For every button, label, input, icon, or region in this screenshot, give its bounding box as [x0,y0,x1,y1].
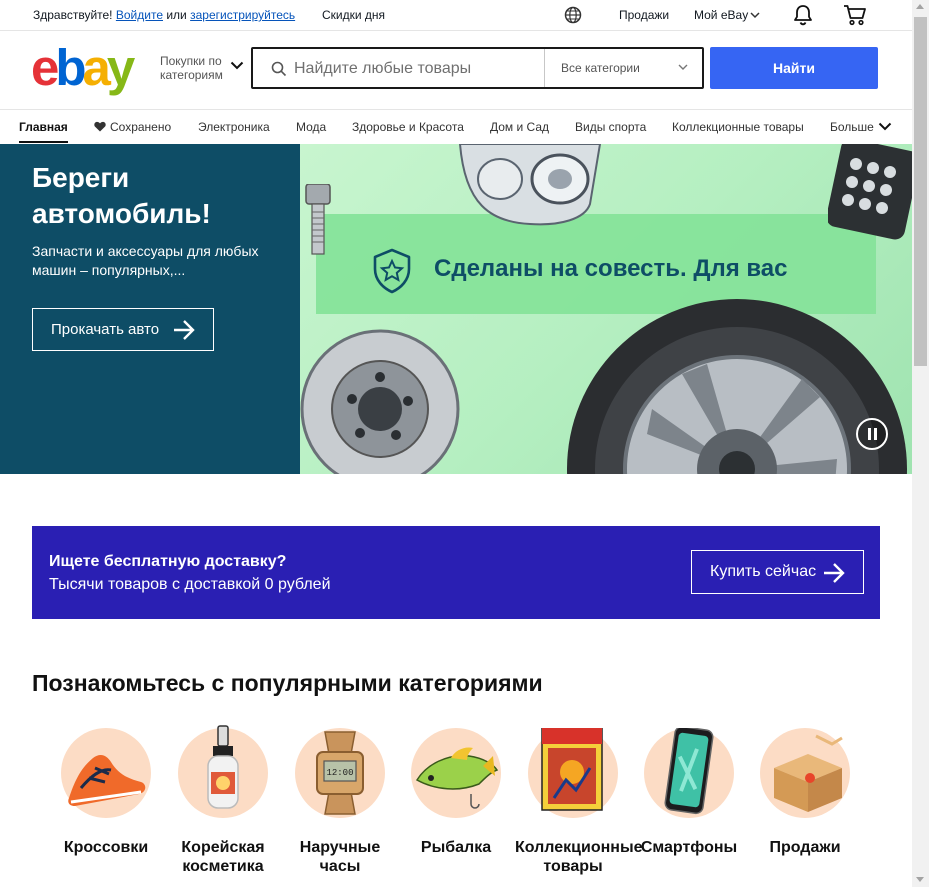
my-ebay-label: Мой eBay [694,8,749,22]
smartphone-icon [644,725,734,818]
category-select-value: Все категории [561,61,640,75]
logo-letter-e: e [31,39,59,96]
search-icon [271,61,287,77]
promo-description: Тысячи товаров с доставкой 0 рублей [49,576,331,593]
nav-item-more-label: Больше [830,120,874,134]
hero-cta-label: Прокачать авто [51,321,160,338]
category-list: Кроссовки Корейская косметика 12:00 Нару… [0,725,912,887]
category-label: Корейская косметика [181,839,265,875]
sneaker-icon [61,728,151,818]
chevron-down-icon[interactable] [230,61,244,70]
headlight-image [458,144,602,226]
category-label: Кроссовки [63,839,149,856]
pause-icon[interactable] [856,418,888,450]
page-scrollbar[interactable] [912,0,929,887]
category-item-collectibles[interactable]: Коллекционные товары [515,727,643,876]
scroll-down-icon[interactable] [916,877,924,882]
scroll-up-icon[interactable] [916,4,924,9]
free-shipping-promo: Ищете бесплатную доставку? Тысячи товаро… [32,526,880,619]
fishing-lure-icon [411,728,501,818]
or-text: или [166,8,187,22]
hero-banner-text: Сделаны на совесть. Для вас [434,255,788,282]
logo-letter-a: a [82,39,111,96]
hero-carousel: Береги автомобиль! Запчасти и аксессуары… [0,144,912,474]
category-item-sneakers[interactable]: Кроссовки [48,728,164,857]
sell-link[interactable]: Продажи [619,8,669,22]
hero-image[interactable] [300,144,912,474]
category-label: Коллекционные товары [515,839,643,875]
greeting-area: Здравствуйте! Войдите или зарегистрируйт… [33,8,295,22]
nav-item-saved[interactable]: Сохранено [94,120,171,134]
header: ebay Покупки по категориям Все категории… [0,31,912,109]
chevron-down-icon [750,12,760,19]
brake-disc-image [300,329,460,474]
category-nav: Главная Сохранено Электроника Мода Здоро… [0,109,912,144]
daily-deals-link[interactable]: Скидки дня [322,8,385,22]
comic-book-icon [528,727,618,818]
top-bar: Здравствуйте! Войдите или зарегистрируйт… [0,0,912,31]
nav-item-sports[interactable]: Виды спорта [575,120,646,134]
category-item-wristwatches[interactable]: 12:00 Наручные часы [282,728,398,876]
hero-title: Береги автомобиль! [32,162,211,229]
register-link[interactable]: зарегистрируйтесь [190,8,295,22]
category-item-smartphones[interactable]: Смартфоны [631,725,747,857]
heart-icon [94,121,106,132]
category-item-fishing[interactable]: Рыбалка [398,728,514,857]
scroll-thumb[interactable] [914,17,927,366]
my-ebay-menu[interactable]: Мой eBay [694,8,760,22]
promo-title: Ищете бесплатную доставку? [49,553,287,570]
signin-link[interactable]: Войдите [116,8,163,22]
category-label: Наручные часы [299,839,381,875]
category-item-selling[interactable]: Продажи [747,728,863,857]
hero-subtitle: Запчасти и аксессуары для любых машин – … [32,243,259,278]
category-label: Смартфоны [640,839,738,856]
bolt-image [305,184,331,255]
shop-by-category-button[interactable]: Покупки по категориям [160,54,230,82]
nav-item-fashion[interactable]: Мода [296,120,326,134]
svg-text:12:00: 12:00 [326,768,353,778]
ebay-logo[interactable]: ebay [31,39,135,96]
nav-item-more[interactable]: Больше [830,120,892,134]
package-icon [760,728,850,818]
notification-bell-icon[interactable] [792,4,814,26]
popular-categories-title: Познакомьтесь с популярными категориями [32,670,543,696]
cart-icon[interactable] [843,4,867,26]
wheel-image [567,299,907,474]
category-label: Рыбалка [420,839,492,856]
logo-letter-b: b [55,39,86,96]
shield-star-icon [373,248,411,294]
watch-icon: 12:00 [295,728,385,818]
chevron-down-icon [878,122,892,131]
globe-icon[interactable] [564,6,582,24]
chevron-down-icon [678,64,688,70]
greeting-text: Здравствуйте! [33,8,113,22]
category-item-korean-cosmetics[interactable]: Корейская косметика [165,725,281,876]
nav-item-health-beauty[interactable]: Здоровье и Красота [352,120,464,134]
search-input[interactable] [294,57,539,81]
hero-text: Береги автомобиль! Запчасти и аксессуары… [32,160,292,280]
promo-button-label: Купить сейчас [710,563,817,580]
cosmetics-icon [178,725,268,818]
category-label: Продажи [769,839,841,856]
nav-item-collectibles[interactable]: Коллекционные товары [672,120,804,134]
nav-item-saved-label: Сохранено [110,120,172,134]
led-light-image [828,144,912,240]
arrow-right-icon [824,563,845,583]
category-select[interactable]: Все категории [544,49,704,87]
promo-shop-now-button[interactable]: Купить сейчас [691,550,864,594]
search-button[interactable]: Найти [710,47,878,89]
search-box: Все категории [251,47,704,89]
arrow-right-icon [174,320,195,340]
nav-item-home-garden[interactable]: Дом и Сад [490,120,549,134]
active-tab-indicator [19,141,68,143]
nav-item-electronics[interactable]: Электроника [198,120,270,134]
hero-cta-button[interactable]: Прокачать авто [32,308,214,351]
logo-letter-y: y [106,39,135,96]
nav-item-home[interactable]: Главная [19,120,68,134]
